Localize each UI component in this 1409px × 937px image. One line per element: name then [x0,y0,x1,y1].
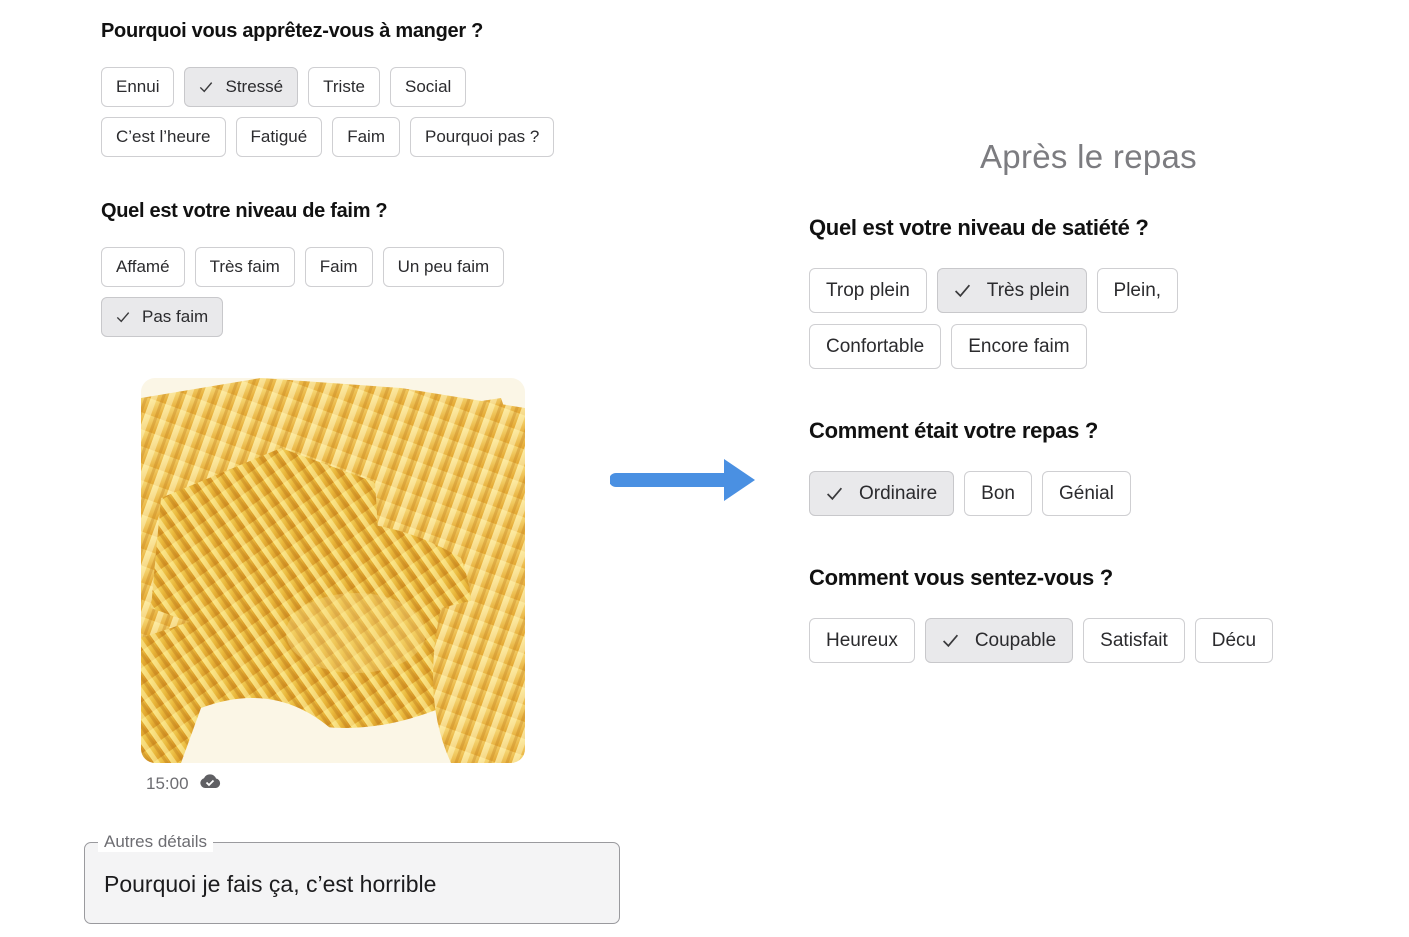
chip-label: Stressé [225,77,284,96]
reason-chip[interactable]: C’est l’heure [101,117,226,157]
meal-question: Comment était votre repas ? [809,418,1098,443]
chip-label: Satisfait [1100,629,1168,651]
cloud-check-icon [199,773,221,794]
chip-label: Très faim [209,257,280,276]
feeling-chip[interactable]: Coupable [924,618,1074,663]
reason-chip[interactable]: Fatigué [235,117,323,157]
satiety-question: Quel est votre niveau de satiété ? [809,215,1149,240]
chip-label: Affamé [116,257,170,276]
after-meal-title: Après le repas [980,138,1197,175]
feeling-question: Comment vous sentez-vous ? [809,565,1113,590]
meal-photo[interactable] [141,378,525,763]
chip-label: Faim [319,257,358,276]
meal-chip[interactable]: Bon [964,471,1032,516]
chip-label: Bon [981,482,1015,504]
arrow-right-icon [609,457,758,508]
reason-chip[interactable]: Ennui [101,67,175,107]
other-details-field[interactable]: Autres détails Pourquoi je fais ça, c’es… [84,832,620,924]
chip-label: Ordinaire [859,482,938,504]
meal-chip[interactable]: Ordinaire [809,471,955,516]
feeling-chip[interactable]: Satisfait [1083,618,1185,663]
checkmark-icon [116,312,130,323]
chip-label: Génial [1058,482,1114,504]
reason-chip[interactable]: Pourquoi pas ? [409,117,555,157]
other-details-label: Autres détails [98,832,213,852]
hunger-options-row-1: Affamé Très faim Faim Un peu faim [101,247,505,287]
reason-question: Pourquoi vous apprêtez-vous à manger ? [101,20,483,42]
chip-label: Pourquoi pas ? [424,127,540,146]
chip-label: Faim [347,127,385,146]
checkmark-icon [942,634,958,648]
hunger-chip[interactable]: Faim [304,247,373,287]
chip-label: C’est l’heure [116,127,211,146]
reason-options-row-1: Ennui Stressé Triste Social [101,67,467,107]
reason-chip[interactable]: Triste [308,67,380,107]
chip-label: Trop plein [826,279,910,301]
chip-label: Un peu faim [397,257,490,276]
hunger-chip[interactable]: Affamé [101,247,185,287]
checkmark-icon [200,82,213,93]
reason-chip[interactable]: Stressé [184,67,299,107]
satiety-chip[interactable]: Plein, [1096,268,1179,313]
reason-chip[interactable]: Social [390,67,467,107]
chip-label: Social [405,77,452,96]
chip-label: Plein, [1113,279,1162,301]
satiety-chip[interactable]: Confortable [809,324,942,369]
hunger-chip[interactable]: Pas faim [101,297,224,337]
chip-label: Ennui [116,77,160,96]
chip-label: Triste [323,77,365,96]
hunger-question: Quel est votre niveau de faim ? [101,200,388,222]
photo-meta: 15:00 [146,773,221,794]
satiety-chip[interactable]: Très plein [936,268,1087,313]
meal-chip[interactable]: Génial [1041,471,1131,516]
satiety-options-row-1: Trop plein Très plein Plein, [809,268,1179,313]
hunger-chip[interactable]: Très faim [194,247,295,287]
meal-options-row: Ordinaire Bon Génial [809,471,1131,516]
chip-label: Encore faim [968,335,1070,357]
checkmark-icon [954,284,970,298]
chip-label: Coupable [974,629,1057,651]
reason-chip[interactable]: Faim [332,117,400,157]
potato-chips-image [141,378,525,763]
chip-label: Très plein [986,279,1070,301]
feeling-chip[interactable]: Heureux [809,618,915,663]
hunger-chip[interactable]: Un peu faim [382,247,505,287]
hunger-options-row-2: Pas faim [101,297,224,337]
satiety-chip[interactable]: Trop plein [809,268,927,313]
chip-label: Pas faim [142,307,209,326]
checkmark-icon [826,487,843,501]
chip-label: Confortable [826,335,925,357]
meal-time: 15:00 [146,773,189,793]
chip-label: Décu [1211,629,1257,651]
chip-label: Fatigué [250,127,308,146]
feeling-options-row: Heureux Coupable Satisfait Décu [809,618,1274,663]
satiety-options-row-2: Confortable Encore faim [809,324,1087,369]
satiety-chip[interactable]: Encore faim [951,324,1087,369]
other-details-value[interactable]: Pourquoi je fais ça, c’est horrible [104,871,436,898]
chip-label: Heureux [826,629,898,651]
reason-options-row-2: C’est l’heure Fatigué Faim Pourquoi pas … [101,117,555,157]
feeling-chip[interactable]: Décu [1194,618,1274,663]
